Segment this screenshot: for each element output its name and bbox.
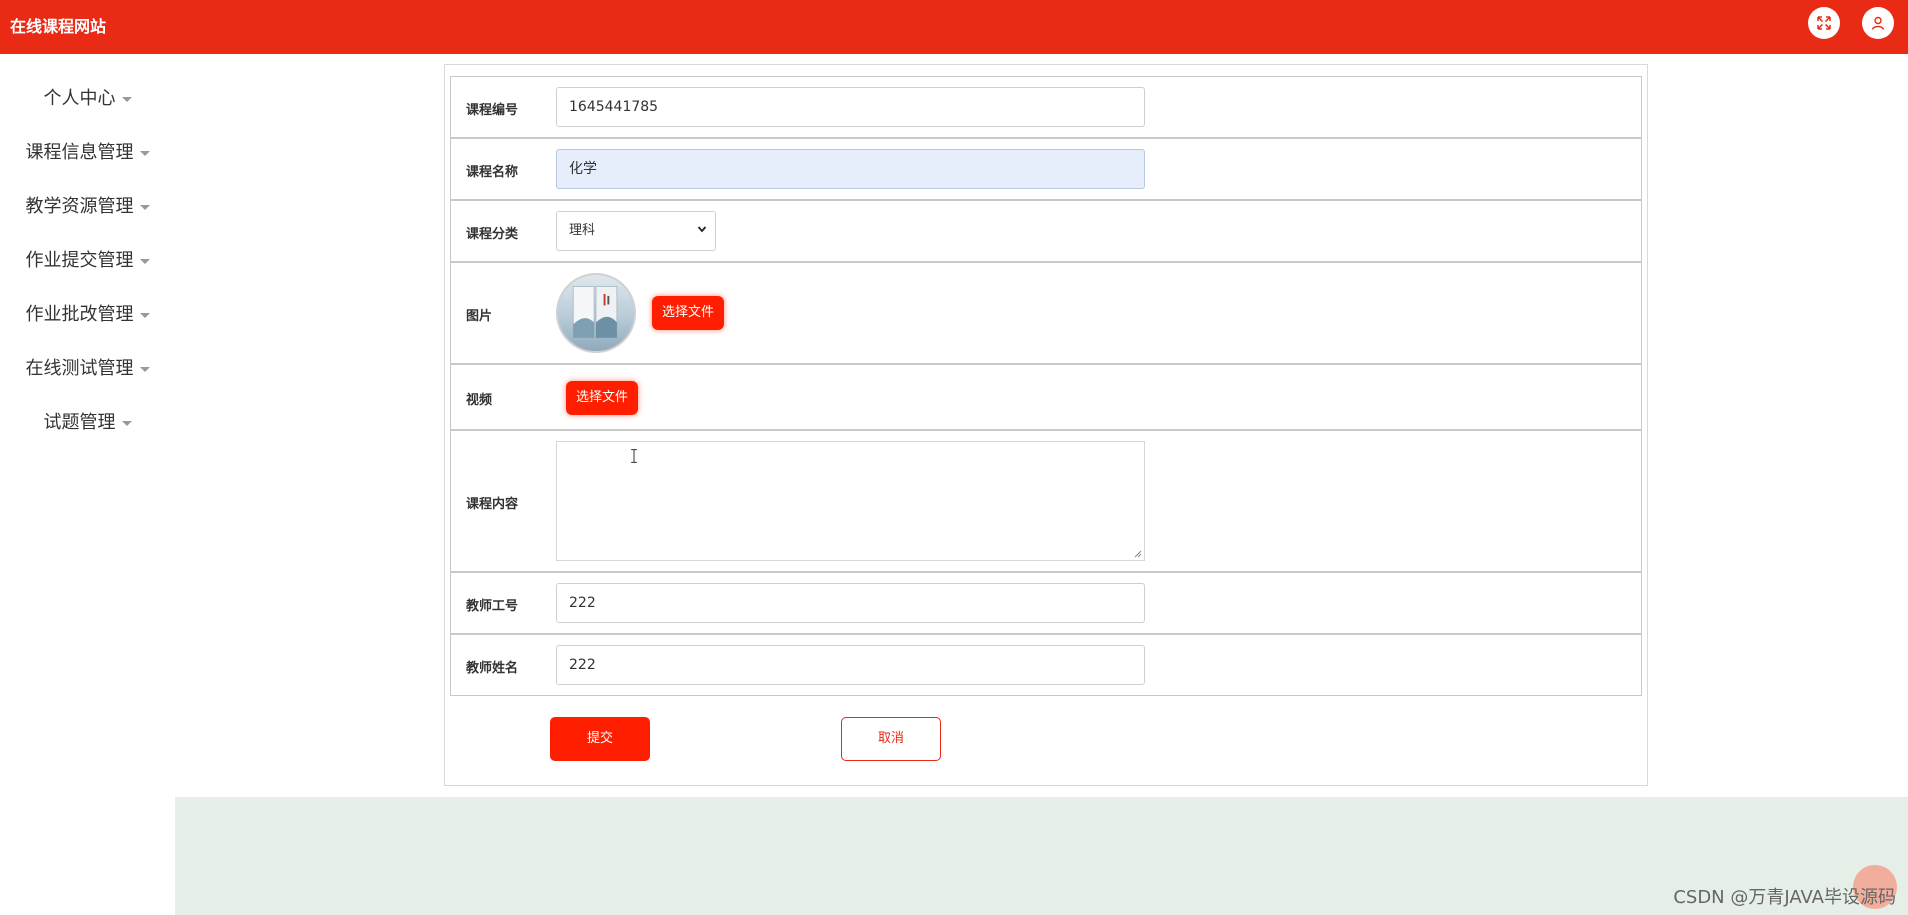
course-form: 课程编号 1645441785 课程名称 化学 课程分类 理科 图片 选择文件 (444, 64, 1648, 786)
course-category-label: 课程分类 (466, 227, 519, 242)
form-row-video: 视频 选择文件 (450, 364, 1642, 430)
image-label: 图片 (466, 309, 493, 324)
resize-handle-icon[interactable] (1134, 550, 1142, 558)
sidebar-item-teaching-resources[interactable]: 教学资源管理 (0, 192, 175, 218)
watermark: CSDN @万青JAVA毕设源码 (1673, 887, 1896, 908)
chevron-down-icon (121, 420, 132, 426)
form-row-teacher-name: 教师姓名 222 (450, 634, 1642, 696)
form-row-course-content: 课程内容 (450, 430, 1642, 572)
image-choose-file-button[interactable]: 选择文件 (652, 296, 725, 330)
form-row-course-category: 课程分类 理科 (450, 200, 1642, 262)
sidebar-item-homework-submit[interactable]: 作业提交管理 (0, 246, 175, 272)
teacher-name-input[interactable]: 222 (556, 645, 1145, 685)
form-row-course-code: 课程编号 1645441785 (450, 76, 1642, 138)
course-content-textarea[interactable] (556, 441, 1145, 561)
sidebar-item-profile[interactable]: 个人中心 (0, 84, 175, 110)
form-row-image: 图片 选择文件 (450, 262, 1642, 364)
sidebar: 个人中心 课程信息管理 教学资源管理 作业提交管理 作业批改管理 在线测试管理 … (0, 54, 175, 915)
course-image-thumbnail (556, 273, 636, 353)
course-code-label: 课程编号 (466, 103, 519, 118)
video-choose-file-button[interactable]: 选择文件 (566, 381, 639, 415)
chevron-down-icon (121, 96, 132, 102)
user-icon[interactable] (1862, 7, 1894, 39)
form-row-course-name: 课程名称 化学 (450, 138, 1642, 200)
course-content-label: 课程内容 (466, 497, 519, 512)
app-title: 在线课程网站 (10, 17, 107, 36)
submit-button[interactable]: 提交 (550, 717, 650, 761)
top-bar: 在线课程网站 (0, 0, 1908, 54)
video-label: 视频 (466, 393, 493, 408)
teacher-name-label: 教师姓名 (466, 661, 519, 676)
chevron-down-icon (697, 226, 707, 233)
sidebar-item-homework-grading[interactable]: 作业批改管理 (0, 300, 175, 326)
chevron-down-icon (139, 150, 150, 156)
teacher-id-input[interactable]: 222 (556, 583, 1145, 623)
sidebar-item-course-info[interactable]: 课程信息管理 (0, 138, 175, 164)
teacher-id-label: 教师工号 (466, 599, 519, 614)
course-code-input[interactable]: 1645441785 (556, 87, 1145, 127)
course-name-label: 课程名称 (466, 165, 519, 180)
course-category-select[interactable]: 理科 (556, 211, 716, 251)
fullscreen-icon[interactable] (1808, 7, 1840, 39)
cancel-button[interactable]: 取消 (841, 717, 941, 761)
text-cursor-icon (631, 449, 637, 463)
sidebar-item-online-test[interactable]: 在线测试管理 (0, 354, 175, 380)
sidebar-item-questions[interactable]: 试题管理 (0, 408, 175, 434)
chevron-down-icon (139, 312, 150, 318)
course-name-input[interactable]: 化学 (556, 149, 1145, 189)
book-image-icon (572, 286, 618, 339)
footer-band (175, 797, 1908, 915)
form-row-teacher-id: 教师工号 222 (450, 572, 1642, 634)
chevron-down-icon (139, 366, 150, 372)
chevron-down-icon (139, 258, 150, 264)
chevron-down-icon (139, 204, 150, 210)
